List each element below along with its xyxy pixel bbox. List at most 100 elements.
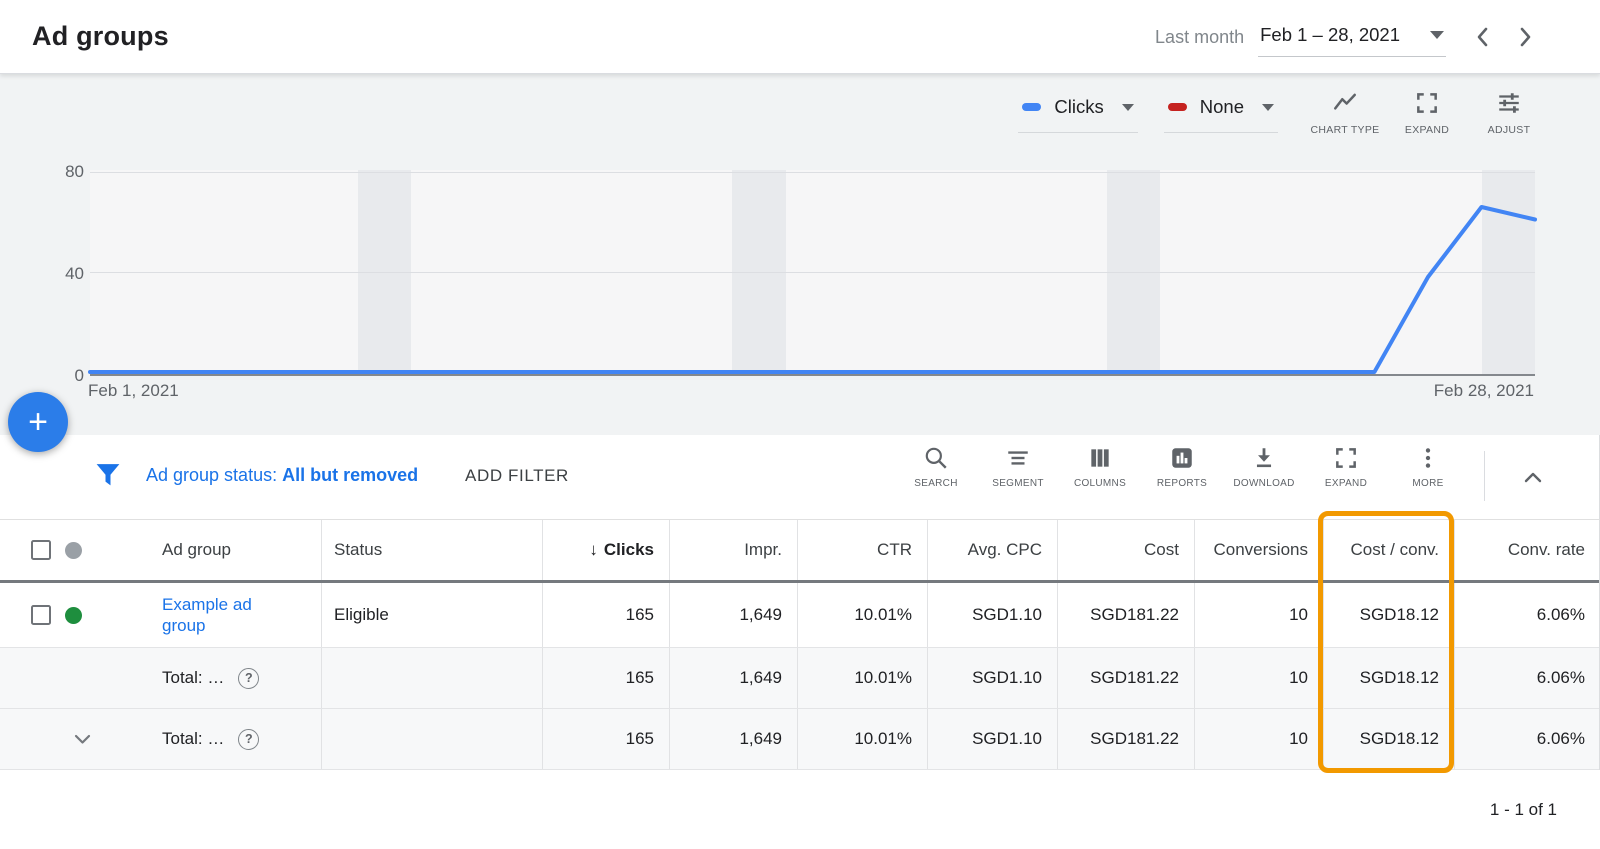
expand-icon <box>1333 445 1359 471</box>
status-cell: Eligible <box>321 583 542 647</box>
plus-icon: + <box>28 403 48 442</box>
ad-groups-table: Ad group Status ↓ Clicks Impr. CTR Avg. … <box>0 520 1600 770</box>
column-header-avg-cpc[interactable]: Avg. CPC <box>927 520 1057 580</box>
status-dot-header <box>65 542 82 559</box>
date-preset-label: Last month <box>1155 27 1244 48</box>
table-header-row: Ad group Status ↓ Clicks Impr. CTR Avg. … <box>0 520 1599 583</box>
ad-groups-page: Ad groups Last month Feb 1 – 28, 2021 Cl… <box>0 0 1600 849</box>
y-axis-tick-80: 80 <box>50 162 84 182</box>
segment-icon <box>1005 445 1031 471</box>
sort-descending-icon: ↓ <box>589 540 598 560</box>
metric-color-pill-blue <box>1022 103 1041 111</box>
help-icon[interactable]: ? <box>238 729 259 750</box>
table-row: Example ad group Eligible 165 1,649 10.0… <box>0 583 1599 648</box>
performance-chart-section: Clicks None CHART TYPE EXPAND ADJUST 80 <box>0 74 1600 435</box>
filter-bar: Ad group status: All but removed ADD FIL… <box>0 435 1600 520</box>
table-toolbar: SEARCH SEGMENT COLUMNS REPORTS DOWNLOAD … <box>895 445 1469 489</box>
chevron-down-icon <box>1262 104 1274 111</box>
ad-group-status-filter[interactable]: Ad group status: All but removed <box>146 465 418 486</box>
segment-button[interactable]: SEGMENT <box>977 445 1059 489</box>
cost-per-conv-cell: SGD18.12 <box>1323 583 1454 647</box>
column-header-status[interactable]: Status <box>321 520 542 580</box>
line-chart-icon <box>1331 90 1359 116</box>
cost-cell: SGD181.22 <box>1057 583 1194 647</box>
filter-funnel-icon <box>95 463 121 489</box>
chart-adjust-button[interactable]: ADJUST <box>1468 90 1550 136</box>
next-period-button[interactable] <box>1519 27 1532 47</box>
column-header-cost-per-conv[interactable]: Cost / conv. <box>1323 520 1454 580</box>
column-header-ctr[interactable]: CTR <box>797 520 927 580</box>
metric-1-label: Clicks <box>1054 96 1103 118</box>
conversions-cell: 10 <box>1194 648 1323 708</box>
date-range-value: Feb 1 – 28, 2021 <box>1260 24 1400 46</box>
column-header-conversions[interactable]: Conversions <box>1194 520 1323 580</box>
filter-prefix: Ad group status: <box>146 465 277 485</box>
avg-cpc-cell: SGD1.10 <box>927 709 1057 769</box>
impr-cell: 1,649 <box>669 709 797 769</box>
avg-cpc-cell: SGD1.10 <box>927 583 1057 647</box>
status-dot-enabled <box>65 607 82 624</box>
cost-per-conv-cell: SGD18.12 <box>1323 648 1454 708</box>
chevron-left-icon <box>1479 29 1486 45</box>
row-checkbox[interactable] <box>31 605 51 625</box>
chart-expand-button[interactable]: EXPAND <box>1386 90 1468 136</box>
total-row-filtered: Total: … ? 165 1,649 10.01% SGD1.10 SGD1… <box>0 648 1599 709</box>
column-header-impr[interactable]: Impr. <box>669 520 797 580</box>
add-filter-button[interactable]: ADD FILTER <box>465 466 569 486</box>
y-axis-tick-0: 0 <box>50 366 84 386</box>
conversions-cell: 10 <box>1194 583 1323 647</box>
cost-cell: SGD181.22 <box>1057 709 1194 769</box>
chevron-down-icon <box>74 734 91 745</box>
metric-2-label: None <box>1200 96 1244 118</box>
ctr-cell: 10.01% <box>797 583 927 647</box>
metric-selector-2[interactable]: None <box>1164 86 1278 133</box>
more-button[interactable]: MORE <box>1387 445 1469 489</box>
search-icon <box>923 445 949 471</box>
ctr-cell: 10.01% <box>797 648 927 708</box>
conv-rate-cell: 6.06% <box>1454 583 1600 647</box>
filter-value: All but removed <box>282 465 418 485</box>
chart-type-button[interactable]: CHART TYPE <box>1304 90 1386 136</box>
help-icon[interactable]: ? <box>238 668 259 689</box>
previous-period-button[interactable] <box>1476 27 1489 47</box>
search-button[interactable]: SEARCH <box>895 445 977 489</box>
impr-cell: 1,649 <box>669 648 797 708</box>
chevron-down-icon <box>1122 104 1134 111</box>
columns-icon <box>1087 445 1113 471</box>
reports-icon <box>1169 445 1195 471</box>
expand-totals-button[interactable] <box>74 734 91 745</box>
add-ad-group-fab[interactable]: + <box>8 392 68 452</box>
download-icon <box>1251 445 1277 471</box>
column-header-ad-group[interactable]: Ad group <box>105 520 321 580</box>
pagination-label: 1 - 1 of 1 <box>1490 800 1557 820</box>
ad-group-link[interactable]: Example ad group <box>162 594 272 636</box>
page-title: Ad groups <box>32 21 169 52</box>
chart-controls: Clicks None CHART TYPE EXPAND ADJUST <box>1018 86 1550 136</box>
date-range-picker[interactable]: Last month Feb 1 – 28, 2021 <box>1155 0 1532 74</box>
top-bar: Ad groups Last month Feb 1 – 28, 2021 <box>0 0 1600 74</box>
column-header-cost[interactable]: Cost <box>1057 520 1194 580</box>
avg-cpc-cell: SGD1.10 <box>927 648 1057 708</box>
total-label: Total: … <box>162 668 224 688</box>
adjust-sliders-icon <box>1496 90 1522 116</box>
chevron-down-icon <box>1430 31 1444 39</box>
reports-button[interactable]: REPORTS <box>1141 445 1223 489</box>
clicks-cell: 165 <box>542 648 669 708</box>
column-header-clicks[interactable]: ↓ Clicks <box>542 520 669 580</box>
cost-per-conv-cell: SGD18.12 <box>1323 709 1454 769</box>
download-button[interactable]: DOWNLOAD <box>1223 445 1305 489</box>
metric-selector-1[interactable]: Clicks <box>1018 86 1137 133</box>
conv-rate-cell: 6.06% <box>1454 648 1600 708</box>
conv-rate-cell: 6.06% <box>1454 709 1600 769</box>
collapse-table-button[interactable] <box>1515 459 1551 495</box>
select-all-checkbox[interactable] <box>31 540 51 560</box>
total-row-account: Total: … ? 165 1,649 10.01% SGD1.10 SGD1… <box>0 709 1599 770</box>
date-range-dropdown[interactable]: Feb 1 – 28, 2021 <box>1258 18 1446 57</box>
line-chart-plot-area[interactable] <box>90 170 1535 376</box>
more-vertical-icon <box>1415 445 1441 471</box>
column-header-conv-rate[interactable]: Conv. rate <box>1454 520 1600 580</box>
table-expand-button[interactable]: EXPAND <box>1305 445 1387 489</box>
clicks-cell: 165 <box>542 709 669 769</box>
columns-button[interactable]: COLUMNS <box>1059 445 1141 489</box>
clicks-cell: 165 <box>542 583 669 647</box>
